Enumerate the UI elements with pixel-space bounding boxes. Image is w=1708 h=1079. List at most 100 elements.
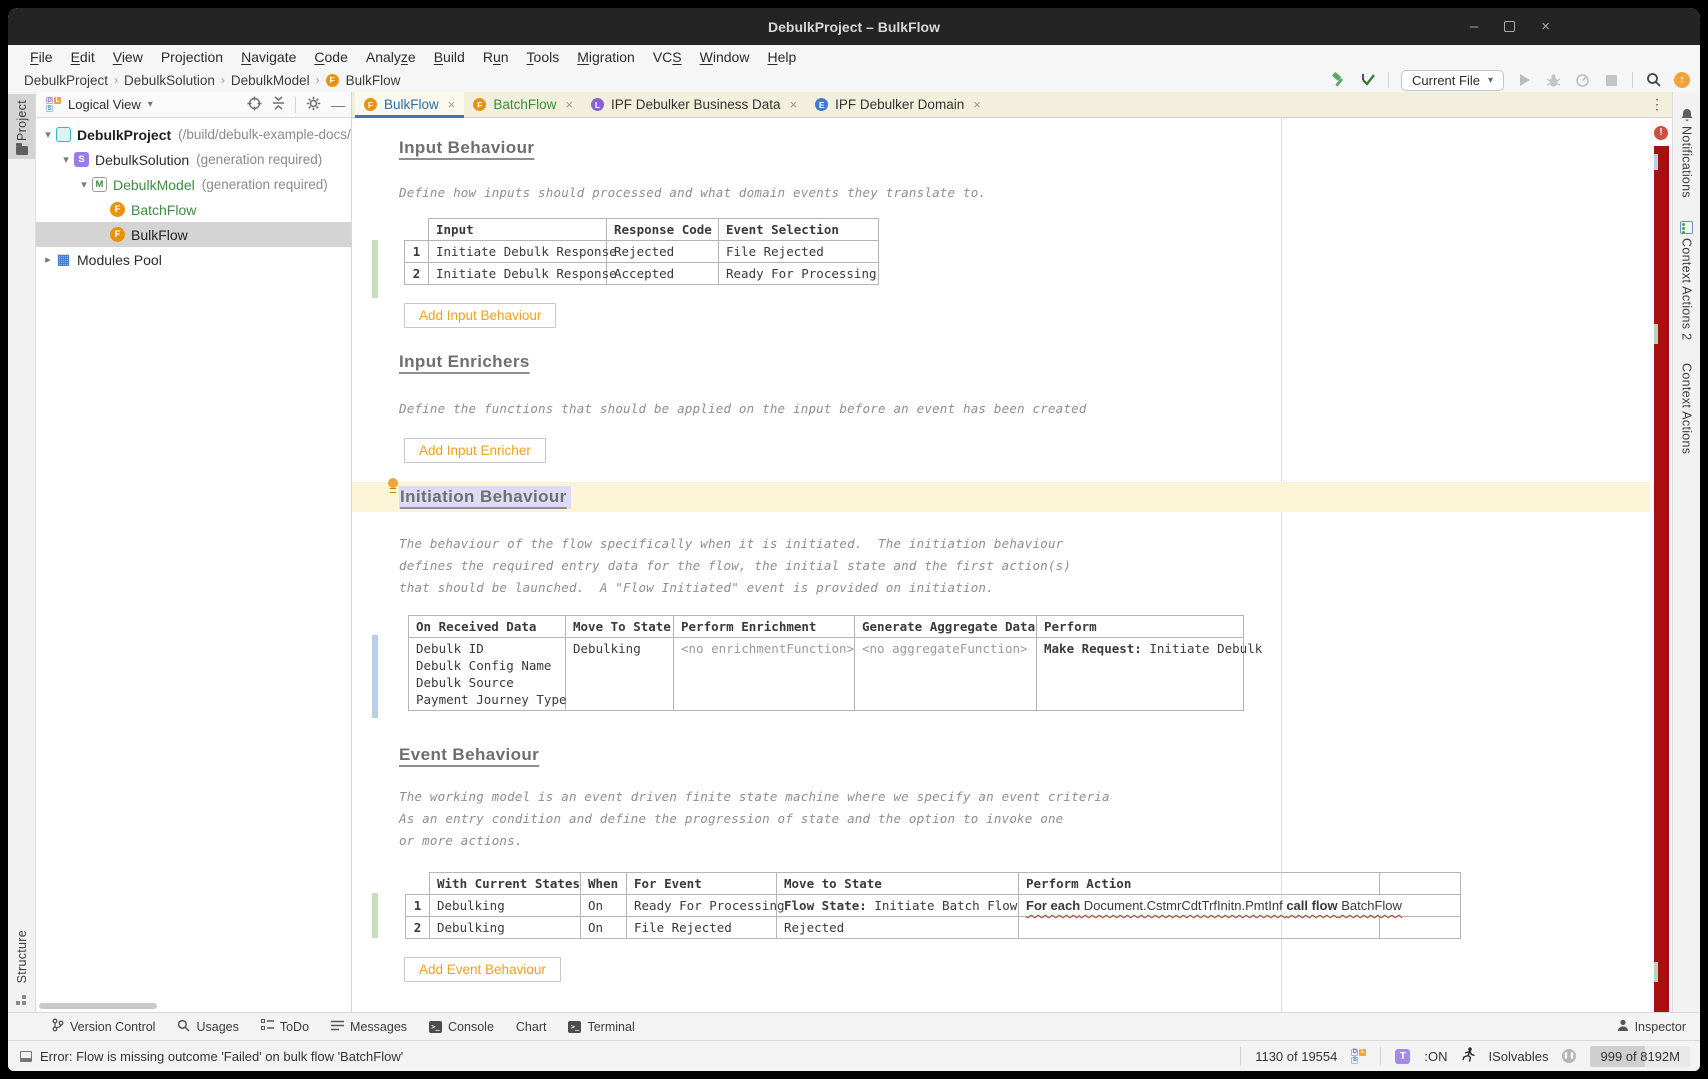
- debug-button[interactable]: [1545, 72, 1562, 89]
- error-stripe[interactable]: [1654, 146, 1669, 1012]
- solvables-label[interactable]: ISolvables: [1489, 1049, 1549, 1064]
- menu-item-help[interactable]: Help: [759, 48, 804, 66]
- caret-position[interactable]: 1130 of 19554: [1255, 1049, 1337, 1064]
- table-cell[interactable]: Ready For Processing: [627, 895, 777, 917]
- menu-item-code[interactable]: Code: [306, 48, 355, 66]
- stripe-mark[interactable]: [1654, 154, 1658, 170]
- chevron-expanded-icon[interactable]: ▾: [58, 153, 74, 166]
- table-cell[interactable]: For each Document.CstmrCdtTrfInitn.PmtIn…: [1019, 895, 1461, 917]
- table-cell[interactable]: <no enrichmentFunction>: [674, 638, 855, 711]
- table-row[interactable]: 2Initiate Debulk ResponseAcceptedReady F…: [405, 263, 879, 285]
- tab-ipf-debulker-domain[interactable]: EIPF Debulker Domain×: [806, 92, 990, 117]
- table-row[interactable]: 2DebulkingOnFile RejectedRejected: [406, 917, 1461, 939]
- menu-item-edit[interactable]: Edit: [63, 48, 103, 66]
- tool-window-button-messages[interactable]: Messages: [331, 1020, 407, 1034]
- table-cell[interactable]: Flow State: Initiate Batch Flow: [777, 895, 1019, 917]
- add-button-add-input-enricher[interactable]: Add Input Enricher: [404, 438, 546, 463]
- tool-window-button-usages[interactable]: Usages: [177, 1019, 238, 1035]
- tool-window-button-console[interactable]: >_Console: [429, 1020, 494, 1034]
- stripe-button-context-actions[interactable]: Context Actions: [1673, 363, 1700, 454]
- hide-panel-icon[interactable]: —: [331, 98, 345, 112]
- tool-window-button-terminal[interactable]: >_Terminal: [568, 1020, 634, 1034]
- menu-item-view[interactable]: View: [105, 48, 151, 66]
- table-cell[interactable]: Accepted: [607, 263, 719, 285]
- table-cell[interactable]: File Rejected: [719, 241, 879, 263]
- tab-bulkflow[interactable]: FBulkFlow×: [355, 92, 464, 117]
- menu-item-migration[interactable]: Migration: [569, 48, 643, 66]
- error-count-badge[interactable]: !: [1654, 126, 1668, 140]
- project-stripe-button[interactable]: Project: [8, 94, 35, 159]
- table-cell[interactable]: <no aggregateFunction>: [855, 638, 1037, 711]
- menu-item-navigate[interactable]: Navigate: [233, 48, 304, 66]
- search-everywhere-button[interactable]: [1645, 72, 1662, 89]
- menu-item-vcs[interactable]: VCS: [645, 48, 690, 66]
- menu-item-run[interactable]: Run: [475, 48, 517, 66]
- table-cell[interactable]: Initiate Debulk Response: [429, 263, 607, 285]
- chevron-expanded-icon[interactable]: ▾: [40, 128, 56, 141]
- table-cell[interactable]: On: [581, 917, 627, 939]
- maximize-button[interactable]: [1504, 21, 1515, 32]
- pause-icon[interactable]: ❚❚: [1562, 1049, 1576, 1063]
- profiler-button[interactable]: [1574, 72, 1591, 89]
- menu-item-file[interactable]: File: [22, 48, 61, 66]
- menu-item-tools[interactable]: Tools: [519, 48, 568, 66]
- table-cell[interactable]: [1380, 917, 1461, 939]
- tree-item-debulkproject[interactable]: ▾DebulkProject(/build/debulk-example-doc…: [36, 122, 351, 147]
- stripe-button-notifications[interactable]: Notifications: [1673, 126, 1700, 198]
- intention-bulb-icon[interactable]: [388, 478, 398, 488]
- tree-item-modules-pool[interactable]: ▸▦Modules Pool: [36, 247, 351, 272]
- table-row[interactable]: 1Initiate Debulk ResponseRejectedFile Re…: [405, 241, 879, 263]
- tree-item-bulkflow[interactable]: FBulkFlow: [36, 222, 351, 247]
- menu-item-analyze[interactable]: Analyze: [358, 48, 424, 66]
- hammer-icon[interactable]: [1330, 72, 1347, 89]
- table-row[interactable]: 1DebulkingOnReady For ProcessingFlow Sta…: [406, 895, 1461, 917]
- collapse-all-icon[interactable]: [272, 96, 285, 113]
- table-cell[interactable]: On: [581, 895, 627, 917]
- more-tabs-icon[interactable]: ⋮: [1642, 92, 1672, 117]
- menu-item-projection[interactable]: Projection: [153, 48, 231, 66]
- breadcrumb-item[interactable]: DebulkModel: [231, 73, 310, 88]
- gear-icon[interactable]: [306, 96, 321, 114]
- breadcrumb-item[interactable]: DebulkProject: [24, 73, 108, 88]
- tool-window-button-chart[interactable]: Chart: [516, 1020, 547, 1034]
- stripe-mark[interactable]: [1654, 324, 1658, 344]
- memory-indicator[interactable]: 999 of 8192M: [1590, 1046, 1690, 1067]
- minimize-button[interactable]: –: [1470, 19, 1478, 34]
- close-button[interactable]: ×: [1541, 19, 1550, 34]
- table-cell[interactable]: [1019, 917, 1380, 939]
- tree-item-debulksolution[interactable]: ▾SDebulkSolution(generation required): [36, 147, 351, 172]
- table-cell[interactable]: Make Request: Initiate Debulk: [1037, 638, 1244, 711]
- t-badge[interactable]: T: [1395, 1049, 1410, 1064]
- table-cell[interactable]: Debulk IDDebulk Config NameDebulk Source…: [409, 638, 566, 711]
- tool-window-button-version-control[interactable]: Version Control: [52, 1018, 155, 1035]
- checkmark-flag-icon[interactable]: [1359, 72, 1376, 89]
- locate-target-icon[interactable]: [247, 96, 262, 114]
- tab-ipf-debulker-business-data[interactable]: LIPF Debulker Business Data×: [582, 92, 806, 117]
- update-notification-button[interactable]: ↑: [1674, 72, 1690, 88]
- table-cell[interactable]: Debulking: [430, 895, 581, 917]
- breadcrumb-item[interactable]: BulkFlow: [346, 73, 401, 88]
- stripe-button-context-actions-2[interactable]: Context Actions 2: [1673, 238, 1700, 340]
- chevron-collapsed-icon[interactable]: ▸: [40, 253, 56, 266]
- project-scrollbar[interactable]: [39, 1003, 157, 1009]
- table-cell[interactable]: Ready For Processing: [719, 263, 879, 285]
- breadcrumb-item[interactable]: DebulkSolution: [124, 73, 215, 88]
- table-cell[interactable]: File Rejected: [627, 917, 777, 939]
- close-icon[interactable]: ×: [448, 97, 456, 112]
- tool-window-button-inspector[interactable]: Inspector: [1617, 1019, 1686, 1034]
- table-cell[interactable]: Debulking: [430, 917, 581, 939]
- menu-item-build[interactable]: Build: [426, 48, 473, 66]
- table-row[interactable]: Debulk IDDebulk Config NameDebulk Source…: [409, 638, 1244, 711]
- tool-window-switcher-icon[interactable]: [16, 995, 27, 1006]
- add-button-add-event-behaviour[interactable]: Add Event Behaviour: [404, 957, 561, 982]
- stripe-mark[interactable]: [1654, 962, 1658, 982]
- tree-item-debulkmodel[interactable]: ▾MDebulkModel(generation required): [36, 172, 351, 197]
- table-cell[interactable]: Rejected: [777, 917, 1019, 939]
- table-cell[interactable]: Initiate Debulk Response: [429, 241, 607, 263]
- table-cell[interactable]: Debulking: [566, 638, 674, 711]
- tree-item-batchflow[interactable]: FBatchFlow: [36, 197, 351, 222]
- table-cell[interactable]: Rejected: [607, 241, 719, 263]
- menu-item-window[interactable]: Window: [692, 48, 758, 66]
- close-icon[interactable]: ×: [565, 97, 573, 112]
- view-selector[interactable]: Logical View: [68, 97, 141, 112]
